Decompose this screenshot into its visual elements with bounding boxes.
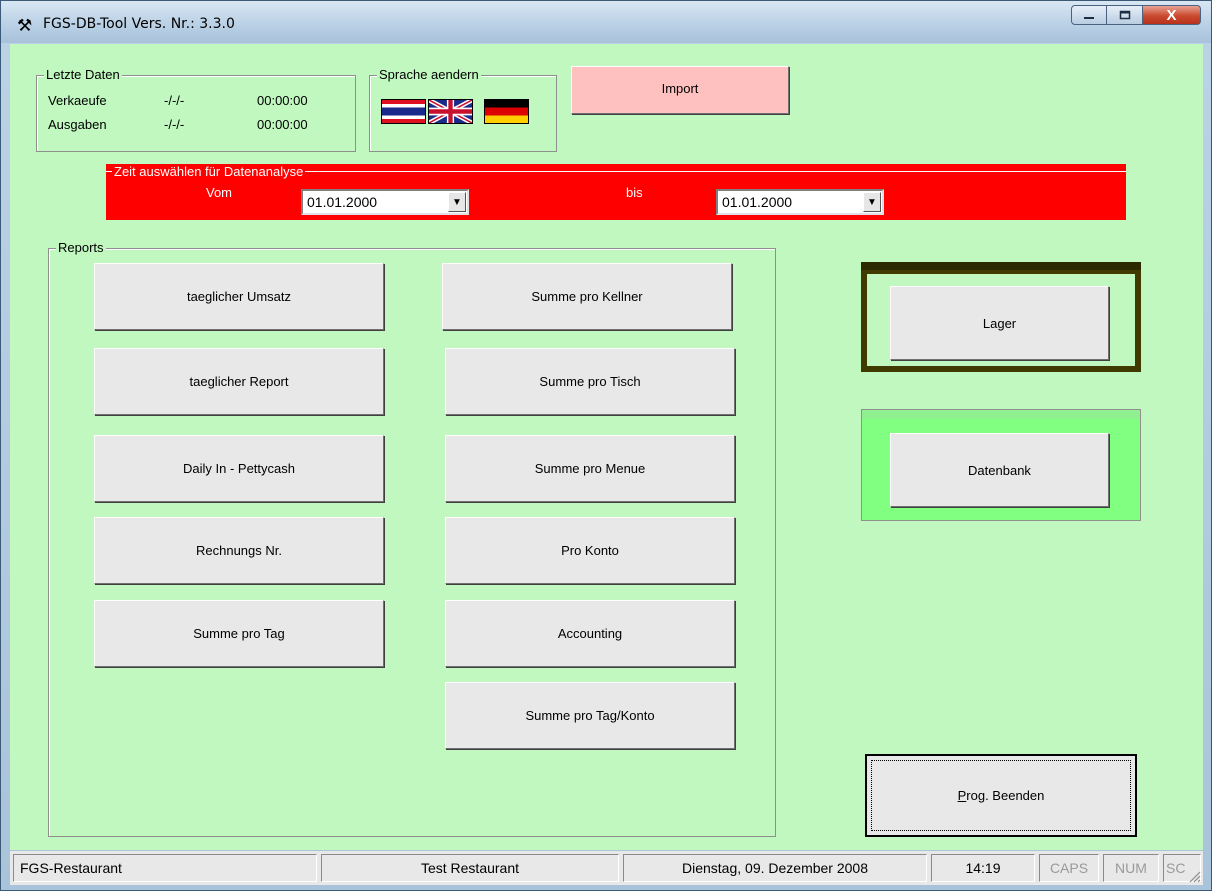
bis-date-dropdown[interactable]: 01.01.2000 ▼: [716, 189, 884, 215]
uk-flag-icon[interactable]: [428, 99, 473, 124]
summe-pro-tag-button[interactable]: Summe pro Tag: [94, 600, 384, 667]
maximize-icon: [1119, 10, 1130, 20]
taeglicher-umsatz-button[interactable]: taeglicher Umsatz: [94, 263, 384, 330]
bis-label: bis: [626, 185, 643, 200]
close-button[interactable]: X: [1143, 5, 1201, 25]
status-num: NUM: [1103, 854, 1159, 882]
vom-label: Vom: [206, 185, 233, 200]
daily-in-pettycash-button[interactable]: Daily In - Pettycash: [94, 435, 384, 502]
chevron-down-icon[interactable]: ▼: [863, 192, 881, 212]
status-restaurant: Test Restaurant: [321, 854, 619, 882]
button-label: taeglicher Umsatz: [186, 289, 292, 304]
reports-label: Reports: [56, 240, 106, 256]
focus-rect: [871, 760, 1131, 831]
status-time-text: 14:19: [965, 860, 1001, 876]
title-bar[interactable]: ⚒ FGS-DB-Tool Vers. Nr.: 3.3.0 X: [1, 1, 1211, 43]
summe-pro-tisch-button[interactable]: Summe pro Tisch: [445, 348, 735, 415]
button-label: Summe pro Menue: [534, 461, 646, 476]
resize-grip-icon[interactable]: [1187, 869, 1201, 883]
status-app-text: FGS-Restaurant: [20, 860, 122, 876]
status-date: Dienstag, 09. Dezember 2008: [623, 854, 927, 882]
accounting-button[interactable]: Accounting: [445, 600, 735, 667]
lager-frame-bar: [861, 262, 1141, 270]
summe-pro-menue-button[interactable]: Summe pro Menue: [445, 435, 735, 502]
prog-beenden-button[interactable]: Prog. Beenden: [865, 754, 1137, 837]
datenbank-button[interactable]: Datenbank: [890, 433, 1109, 507]
button-label: Accounting: [557, 626, 623, 641]
datenbank-button-label: Datenbank: [968, 462, 1031, 478]
app-window: ⚒ FGS-DB-Tool Vers. Nr.: 3.3.0 X Letzte …: [0, 0, 1212, 891]
status-caps-text: CAPS: [1049, 860, 1089, 876]
import-button[interactable]: Import: [571, 66, 789, 114]
sprache-label: Sprache aendern: [377, 67, 481, 83]
ausgaben-date: -/-/-: [164, 117, 185, 132]
lager-button-label: Lager: [982, 315, 1017, 331]
button-label: Summe pro Tag/Konto: [525, 708, 655, 723]
verkaeufe-time: 00:00:00: [257, 93, 308, 108]
zeit-auswahl-label: Zeit auswählen für Datenanalyse: [112, 164, 306, 179]
letzte-daten-group: Letzte Daten Verkaeufe -/-/- 00:00:00 Au…: [36, 67, 356, 152]
chevron-down-icon[interactable]: ▼: [448, 192, 466, 212]
status-caps: CAPS: [1039, 854, 1099, 882]
minimize-button[interactable]: [1071, 5, 1107, 25]
ausgaben-time: 00:00:00: [257, 117, 308, 132]
bis-date-value: 01.01.2000: [722, 194, 793, 210]
lager-button[interactable]: Lager: [890, 286, 1109, 360]
button-label: Rechnungs Nr.: [196, 543, 282, 558]
main-panel: Letzte Daten Verkaeufe -/-/- 00:00:00 Au…: [10, 44, 1203, 850]
status-bar: FGS-Restaurant Test Restaurant Dienstag,…: [10, 851, 1203, 885]
maximize-button[interactable]: [1107, 5, 1143, 25]
summe-pro-kellner-button[interactable]: Summe pro Kellner: [442, 263, 732, 330]
button-label: Pro Konto: [561, 543, 619, 558]
rechnungs-nr-button[interactable]: Rechnungs Nr.: [94, 517, 384, 584]
zeit-auswahl-panel: Zeit auswählen für Datenanalyse Vom 01.0…: [106, 164, 1126, 220]
status-scroll-text: SC: [1166, 860, 1186, 876]
letzte-daten-label: Letzte Daten: [44, 67, 122, 83]
button-label: Summe pro Kellner: [531, 289, 643, 304]
ausgaben-label: Ausgaben: [48, 117, 107, 132]
status-date-text: Dienstag, 09. Dezember 2008: [682, 860, 868, 876]
hammer-wrench-icon: ⚒: [17, 16, 33, 35]
germany-flag-icon[interactable]: [484, 99, 529, 124]
vom-date-value: 01.01.2000: [307, 194, 378, 210]
status-num-text: NUM: [1115, 860, 1147, 876]
status-app-name: FGS-Restaurant: [13, 854, 317, 882]
minimize-icon: [1084, 17, 1094, 19]
sprache-group: Sprache aendern: [369, 67, 557, 152]
thailand-flag-icon[interactable]: [381, 99, 426, 124]
status-restaurant-text: Test Restaurant: [420, 860, 520, 876]
status-time: 14:19: [931, 854, 1035, 882]
close-icon: X: [1166, 6, 1177, 24]
verkaeufe-label: Verkaeufe: [48, 93, 107, 108]
vom-date-dropdown[interactable]: 01.01.2000 ▼: [301, 189, 469, 215]
button-label: Summe pro Tag: [193, 626, 285, 641]
import-button-label: Import: [661, 81, 699, 96]
window-title: FGS-DB-Tool Vers. Nr.: 3.3.0: [43, 16, 235, 32]
summe-pro-tag-konto-button[interactable]: Summe pro Tag/Konto: [445, 682, 735, 749]
button-label: Summe pro Tisch: [539, 374, 641, 389]
button-label: taeglicher Report: [189, 374, 289, 389]
verkaeufe-date: -/-/-: [164, 93, 185, 108]
pro-konto-button[interactable]: Pro Konto: [445, 517, 735, 584]
window-controls: X: [1071, 5, 1201, 25]
taeglicher-report-button[interactable]: taeglicher Report: [94, 348, 384, 415]
button-label: Daily In - Pettycash: [183, 461, 295, 476]
datenbank-frame-bar: [862, 410, 1140, 419]
